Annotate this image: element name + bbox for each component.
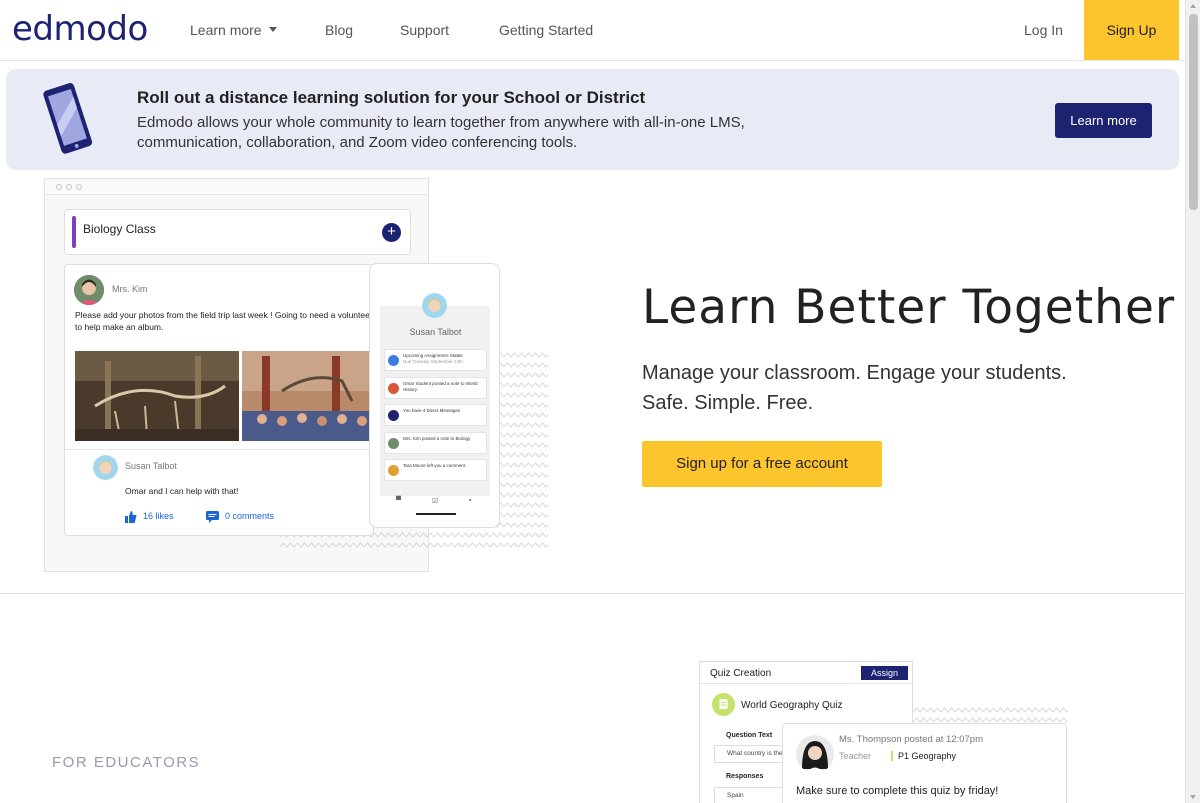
notification-item[interactable]: Upcoming Assignment: Matter Due Tuesday S… xyxy=(384,349,487,371)
person-icon xyxy=(796,735,834,773)
class-card[interactable]: Biology Class + xyxy=(64,209,411,255)
nav-support[interactable]: Support xyxy=(400,22,449,38)
field-trip-photo-image xyxy=(242,351,373,441)
post-card: Mrs. Kim Please add your photos from the… xyxy=(64,264,374,536)
assign-button[interactable]: Assign xyxy=(861,666,908,680)
avatar xyxy=(93,455,118,480)
question-text-label: Question Text xyxy=(726,732,773,739)
comment-icon[interactable] xyxy=(206,511,219,523)
nav-blog[interactable]: Blog xyxy=(325,22,353,38)
page: edmodo Learn more Blog Support Getting S… xyxy=(0,0,1200,803)
scroll-up-icon[interactable] xyxy=(1190,4,1196,8)
checklist-icon[interactable]: ☑ xyxy=(432,497,438,505)
person-icon xyxy=(74,275,104,305)
scrollbar-thumb[interactable] xyxy=(1189,14,1198,210)
post-class-tag: P1 Geography xyxy=(891,751,956,761)
caret-down-icon xyxy=(268,27,277,32)
window-dot-icon xyxy=(76,184,82,190)
banner-learn-more-button[interactable]: Learn more xyxy=(1055,103,1152,138)
notification-subtitle: Due Tuesday September 14th xyxy=(403,359,463,364)
avatar xyxy=(74,275,104,305)
hero-subtitle-line: Safe. Simple. Free. xyxy=(642,392,814,414)
notification-text: You have 4 Direct Messages xyxy=(403,408,461,413)
comment-author: Susan Talbot xyxy=(125,461,177,471)
post-text: Please add your photos from the field tr… xyxy=(75,310,373,332)
top-nav: edmodo Learn more Blog Support Getting S… xyxy=(0,0,1185,61)
nav-learn-more-label: Learn more xyxy=(190,22,262,38)
notification-title: Upcoming Assignment: Matter xyxy=(403,353,464,358)
class-title: Biology Class xyxy=(83,222,156,236)
teacher-post-card: Ms. Thompson posted at 12:07pm Teacher P… xyxy=(782,723,1067,803)
distance-learning-banner: Roll out a distance learning solution fo… xyxy=(6,69,1179,170)
comment-text: Omar and I can help with that! xyxy=(125,486,239,496)
window-dot-icon xyxy=(56,184,62,190)
document-icon xyxy=(719,699,728,709)
notification-text: Tara Moore left you a comment xyxy=(403,463,466,468)
assignment-icon xyxy=(388,355,399,366)
login-link[interactable]: Log In xyxy=(1024,22,1063,38)
message-icon xyxy=(388,410,399,421)
window-dot-icon xyxy=(66,184,72,190)
plus-icon[interactable]: + xyxy=(382,223,401,242)
notification-item[interactable]: Tara Moore left you a comment xyxy=(384,459,487,481)
person-icon xyxy=(93,455,118,480)
notification-item[interactable]: You have 4 Direct Messages xyxy=(384,404,487,426)
browser-bar xyxy=(45,179,428,195)
phone-mockup: Susan Talbot Upcoming Assignment: Matter… xyxy=(369,263,500,528)
scrollbar[interactable] xyxy=(1185,0,1200,803)
signup-button[interactable]: Sign Up xyxy=(1084,0,1179,60)
quiz-name: World Geography Quiz xyxy=(741,700,843,711)
avatar xyxy=(388,383,399,394)
person-icon xyxy=(422,293,447,318)
comments-count[interactable]: 0 comments xyxy=(225,511,274,521)
field-trip-photo xyxy=(242,351,373,441)
museum-photo xyxy=(75,351,239,441)
likes-count[interactable]: 16 likes xyxy=(143,511,174,521)
avatar xyxy=(796,735,834,773)
thumbs-up-icon[interactable] xyxy=(125,511,137,523)
for-educators-label: FOR EDUCATORS xyxy=(52,754,201,771)
avatar xyxy=(388,438,399,449)
quiz-icon xyxy=(712,693,735,716)
quiz-creation-title: Quiz Creation xyxy=(710,668,772,679)
avatar xyxy=(422,293,447,318)
section-divider xyxy=(0,593,1185,594)
notification-item[interactable]: Omar Student posted a note to World Hist… xyxy=(384,377,487,399)
home-icon[interactable]: ▀ xyxy=(396,497,401,504)
post-author: Mrs. Kim xyxy=(112,284,148,294)
notification-item[interactable]: Mrs. Kim posted a note to Biology xyxy=(384,432,487,454)
museum-photo-image xyxy=(75,351,239,441)
signup-free-account-button[interactable]: Sign up for a free account xyxy=(642,441,882,487)
tablet-icon xyxy=(43,83,93,154)
responses-label: Responses xyxy=(726,773,764,780)
edmodo-logo[interactable]: edmodo xyxy=(12,9,148,49)
hero-subtitle-line: Manage your classroom. Engage your stude… xyxy=(642,362,1067,384)
nav-learn-more[interactable]: Learn more xyxy=(190,22,277,38)
scroll-down-icon[interactable] xyxy=(1190,795,1196,799)
hero-title: Learn Better Together xyxy=(642,280,1176,335)
notification-text: Mrs. Kim posted a note to Biology xyxy=(403,436,471,441)
divider xyxy=(65,449,373,450)
banner-text: Edmodo allows your whole community to le… xyxy=(137,114,745,151)
post-text: Make sure to complete this quiz by frida… xyxy=(796,785,999,797)
nav-getting-started[interactable]: Getting Started xyxy=(499,22,593,38)
notification-text: Upcoming Assignment: Matter Due Tuesday S… xyxy=(403,353,487,365)
post-role: Teacher xyxy=(839,751,872,761)
avatar xyxy=(388,465,399,476)
chat-icon[interactable]: ▪ xyxy=(469,497,471,504)
post-author: Ms. Thompson posted at 12:07pm xyxy=(839,734,983,745)
class-color-bar xyxy=(72,216,76,248)
quiz-header: Quiz Creation Assign xyxy=(700,662,912,684)
active-tab-indicator xyxy=(416,513,456,515)
hero-subtitle: Manage your classroom. Engage your stude… xyxy=(642,358,1142,418)
banner-title: Roll out a distance learning solution fo… xyxy=(137,88,646,107)
phone-user-name: Susan Talbot xyxy=(409,327,462,337)
notification-text: Omar Student posted a note to World Hist… xyxy=(403,381,478,392)
